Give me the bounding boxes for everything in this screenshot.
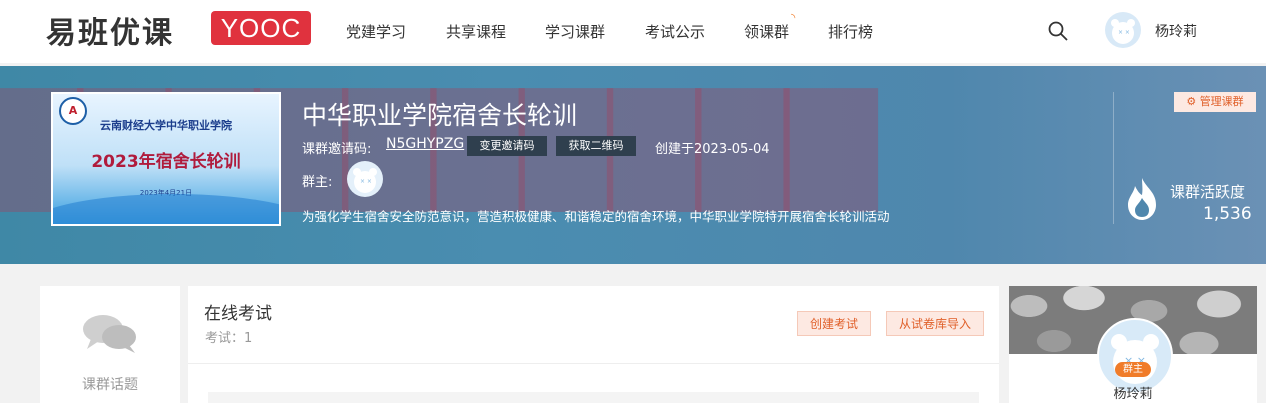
nav-item-shared-courses[interactable]: 共享课程 — [446, 21, 506, 42]
manage-group-label: 管理课群 — [1199, 95, 1244, 108]
activity-value: 1,536 — [1203, 204, 1252, 224]
top-navbar: 易班优课 YOOC 党建学习 共享课程 学习课群 考试公示 领课群 排行榜 ◝ … — [0, 0, 1266, 63]
created-date: 创建于2023-05-04 — [655, 142, 770, 157]
svg-text:× ×: × × — [1118, 29, 1130, 36]
logo-text[interactable]: 易班优课 — [46, 8, 174, 52]
search-icon[interactable] — [1047, 20, 1069, 42]
nav-item-party-study[interactable]: 党建学习 — [346, 21, 406, 42]
create-exam-button[interactable]: 创建考试 — [797, 311, 871, 336]
flame-icon — [1128, 178, 1156, 220]
username[interactable]: 杨玲莉 — [1155, 21, 1197, 41]
nav-item-claim-group[interactable]: 领课群 — [744, 21, 789, 42]
banner-divider — [1113, 92, 1114, 224]
invite-code-label: 课群邀请码: — [302, 142, 372, 157]
owner-card: × × 群主 杨玲莉 — [1009, 286, 1257, 403]
owner-name[interactable]: 杨玲莉 — [1009, 383, 1257, 402]
invite-code[interactable]: N5GHYPZG — [386, 136, 464, 152]
topics-panel[interactable]: 课群话题 — [40, 286, 180, 403]
change-invite-code-button[interactable]: 变更邀请码 — [467, 136, 547, 156]
svg-text:× ×: × × — [360, 178, 372, 185]
exam-list-area — [208, 392, 979, 403]
topics-label: 课群话题 — [82, 377, 138, 393]
get-qr-code-button[interactable]: 获取二维码 — [556, 136, 636, 156]
owner-label: 群主: — [302, 175, 333, 190]
course-description: 为强化学生宿舍安全防范意识，营造积极健康、和谐稳定的宿舍环境，中华职业学院特开展… — [302, 209, 890, 224]
nav-item-ranking[interactable]: 排行榜 — [828, 21, 873, 42]
exam-count: 考试：1 — [205, 331, 253, 346]
section-divider — [188, 363, 999, 364]
cover-title: 2023年宿舍长轮训 — [91, 152, 241, 172]
import-from-bank-button[interactable]: 从试卷库导入 — [886, 311, 984, 336]
owner-tag: 群主 — [1115, 362, 1151, 377]
gear-icon: ⚙ — [1186, 95, 1197, 108]
logo-badge[interactable]: YOOC — [211, 11, 311, 45]
course-title: 中华职业学院宿舍长轮训 — [302, 101, 578, 130]
cover-wave-decoration — [53, 194, 279, 224]
cover-school-name: 云南财经大学中华职业学院 — [100, 119, 232, 132]
online-exam-panel: 在线考试 考试：1 创建考试 从试卷库导入 — [188, 286, 999, 403]
chat-bubbles-icon — [83, 315, 136, 353]
course-cover-image: A 云南财经大学中华职业学院 2023年宿舍长轮训 2023年4月21日 — [51, 92, 281, 226]
nav-item-exam-notice[interactable]: 考试公示 — [645, 21, 705, 42]
user-avatar[interactable]: × × — [1105, 12, 1141, 48]
section-title: 在线考试 — [204, 304, 272, 324]
manage-group-button[interactable]: ⚙ 管理课群 — [1174, 92, 1256, 112]
owner-avatar[interactable]: × × — [347, 161, 383, 197]
signal-icon: ◝ — [791, 11, 796, 24]
activity-label: 课群活跃度 — [1170, 183, 1246, 201]
nav-item-study-groups[interactable]: 学习课群 — [545, 21, 605, 42]
